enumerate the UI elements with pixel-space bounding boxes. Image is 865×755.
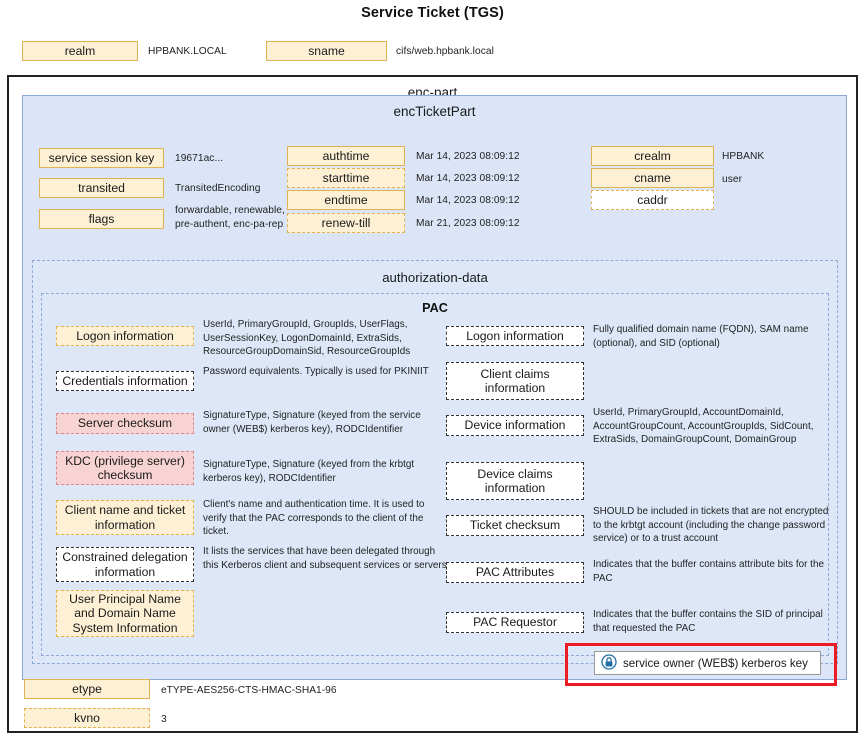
field-label: transited <box>78 181 125 195</box>
field-crealm-value: HPBANK <box>722 150 822 164</box>
pac-item-label: Credentials information <box>62 374 187 388</box>
field-label: cname <box>634 171 671 185</box>
field-flags-value: forwardable, renewable, pre-authent, enc… <box>175 204 295 232</box>
pac-item-client-claims-information[interactable]: Client claims information <box>446 362 584 400</box>
field-label: flags <box>89 212 115 226</box>
pac-item-ticket-checksum[interactable]: Ticket checksum <box>446 515 584 536</box>
field-label: service session key <box>49 151 155 165</box>
field-realm[interactable]: realm <box>22 41 138 61</box>
field-starttime-value: Mar 14, 2023 08:09:12 <box>416 172 556 186</box>
field-starttime[interactable]: starttime <box>287 168 405 188</box>
pac-item-upn-dns-information[interactable]: User Principal Name and Domain Name Syst… <box>56 590 194 637</box>
field-authtime-value: Mar 14, 2023 08:09:12 <box>416 150 556 164</box>
pac-item-label: Device information <box>465 418 566 432</box>
authorization-data-container: authorization-data PAC Logon information… <box>32 260 838 664</box>
pac-item-label: Ticket checksum <box>470 518 560 532</box>
field-sname-value: cifs/web.hpbank.local <box>396 45 556 59</box>
pac-label: PAC <box>42 301 828 315</box>
field-service-session-key-value: 19671ac... <box>175 152 285 166</box>
pac-item-kdc-checksum[interactable]: KDC (privilege server) checksum <box>56 451 194 485</box>
pac-item-client-name-and-ticket-information-desc: Client's name and authentication time. I… <box>203 498 440 539</box>
pac-item-kdc-checksum-desc: SignatureType, Signature (keyed from the… <box>203 458 440 485</box>
field-endtime[interactable]: endtime <box>287 190 405 210</box>
field-transited[interactable]: transited <box>39 178 164 198</box>
field-label: starttime <box>323 171 370 185</box>
pac-item-pac-requestor-desc: Indicates that the buffer contains the S… <box>593 608 831 635</box>
field-renew-till-value: Mar 21, 2023 08:09:12 <box>416 217 556 231</box>
pac-item-device-logon-information[interactable]: Logon information <box>446 326 584 346</box>
pac-item-pac-requestor[interactable]: PAC Requestor <box>446 612 584 633</box>
pac-item-server-checksum[interactable]: Server checksum <box>56 413 194 434</box>
enc-part-container: enc-part encTicketPart service session k… <box>7 75 858 733</box>
enc-ticket-part-container: encTicketPart service session key 19671a… <box>22 95 847 680</box>
field-renew-till[interactable]: renew-till <box>287 213 405 233</box>
lock-icon <box>601 654 617 673</box>
field-sname[interactable]: sname <box>266 41 387 61</box>
field-label: endtime <box>324 193 367 207</box>
field-kvno-value: 3 <box>161 713 221 727</box>
field-label: etype <box>72 682 102 696</box>
field-etype[interactable]: etype <box>24 679 150 699</box>
pac-container: PAC Logon information UserId, PrimaryGro… <box>41 293 829 656</box>
pac-item-constrained-delegation-information[interactable]: Constrained delegation information <box>56 547 194 582</box>
field-etype-value: eTYPE-AES256-CTS-HMAC-SHA1-96 <box>161 684 411 698</box>
field-flags[interactable]: flags <box>39 209 164 229</box>
field-endtime-value: Mar 14, 2023 08:09:12 <box>416 194 556 208</box>
field-cname[interactable]: cname <box>591 168 714 188</box>
service-owner-key-callout[interactable]: service owner (WEB$) kerberos key <box>594 651 821 675</box>
field-transited-value: TransitedEncoding <box>175 182 295 196</box>
pac-item-pac-attributes-desc: Indicates that the buffer contains attri… <box>593 558 831 585</box>
pac-item-label: KDC (privilege server) checksum <box>60 454 190 482</box>
pac-item-label: Logon information <box>466 329 564 343</box>
pac-item-device-information[interactable]: Device information <box>446 415 584 436</box>
field-label: authtime <box>323 149 370 163</box>
pac-item-pac-attributes[interactable]: PAC Attributes <box>446 562 584 583</box>
field-kvno[interactable]: kvno <box>24 708 150 728</box>
pac-item-server-checksum-desc: SignatureType, Signature (keyed from the… <box>203 409 440 436</box>
field-service-session-key[interactable]: service session key <box>39 148 164 168</box>
pac-item-label: Server checksum <box>78 416 172 430</box>
pac-item-client-name-and-ticket-information[interactable]: Client name and ticket information <box>56 500 194 535</box>
enc-ticket-part-label: encTicketPart <box>23 104 846 119</box>
pac-item-credentials-information[interactable]: Credentials information <box>56 371 194 391</box>
field-label: caddr <box>637 193 668 207</box>
pac-item-logon-information[interactable]: Logon information <box>56 326 194 346</box>
field-crealm[interactable]: crealm <box>591 146 714 166</box>
pac-item-label: Client name and ticket information <box>60 503 190 531</box>
service-ticket-diagram: Service Ticket (TGS) realm HPBANK.LOCAL … <box>0 0 865 755</box>
pac-item-constrained-delegation-information-desc: It lists the services that have been del… <box>203 545 447 572</box>
field-label: kvno <box>74 711 100 725</box>
pac-item-credentials-information-desc: Password equivalents. Typically is used … <box>203 365 435 379</box>
field-label: renew-till <box>322 216 371 230</box>
pac-item-label: PAC Attributes <box>476 565 554 579</box>
field-realm-label: realm <box>65 44 95 58</box>
pac-item-label: User Principal Name and Domain Name Syst… <box>60 592 190 634</box>
field-authtime[interactable]: authtime <box>287 146 405 166</box>
pac-item-device-information-desc: UserId, PrimaryGroupId, AccountDomainId,… <box>593 406 833 447</box>
pac-item-label: Logon information <box>76 329 174 343</box>
pac-item-label: Client claims information <box>450 367 580 395</box>
pac-item-logon-information-desc: UserId, PrimaryGroupId, GroupIds, UserFl… <box>203 318 435 359</box>
field-cname-value: user <box>722 173 822 187</box>
page-title: Service Ticket (TGS) <box>0 5 865 21</box>
service-owner-key-label: service owner (WEB$) kerberos key <box>623 657 808 670</box>
field-realm-value: HPBANK.LOCAL <box>148 45 268 59</box>
pac-item-label: Constrained delegation information <box>60 550 190 578</box>
pac-item-ticket-checksum-desc: SHOULD be included in tickets that are n… <box>593 505 831 546</box>
pac-item-device-claims-information[interactable]: Device claims information <box>446 462 584 500</box>
pac-item-label: Device claims information <box>450 467 580 495</box>
pac-item-device-logon-information-desc: Fully qualified domain name (FQDN), SAM … <box>593 323 827 350</box>
field-caddr[interactable]: caddr <box>591 190 714 210</box>
authorization-data-label: authorization-data <box>33 270 837 285</box>
field-label: crealm <box>634 149 671 163</box>
pac-item-label: PAC Requestor <box>473 615 557 629</box>
field-sname-label: sname <box>308 44 345 58</box>
